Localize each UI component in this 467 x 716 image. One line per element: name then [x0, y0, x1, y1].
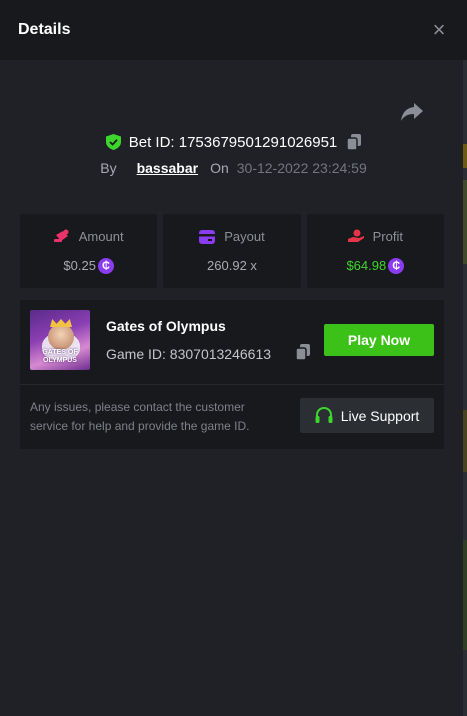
details-header: Details ×	[0, 0, 467, 60]
stat-label: Profit	[372, 228, 403, 244]
bet-id-row: Bet ID: 1753679501291026951	[0, 132, 467, 152]
support-notice: Any issues, please contact the customer …	[30, 400, 250, 433]
stat-amount: Amount $0.25 ₵	[20, 214, 158, 288]
bet-id: Bet ID: 1753679501291026951	[128, 133, 338, 151]
stat-value: $0.25	[63, 258, 96, 273]
shield-check-icon	[105, 134, 121, 150]
share-icon[interactable]	[400, 101, 424, 123]
bet-timestamp: 30-12-2022 23:24:59	[236, 160, 367, 176]
headset-icon	[315, 407, 333, 423]
by-label: By	[100, 160, 117, 176]
payout-card-icon	[199, 229, 216, 244]
stat-value: $64.98	[346, 258, 387, 273]
stat-profit: Profit $64.98 ₵	[306, 214, 444, 288]
copy-bet-id-icon[interactable]	[347, 134, 362, 150]
coin-icon: ₵	[97, 257, 114, 274]
copy-game-id-icon[interactable]	[296, 344, 310, 360]
game-thumbnail[interactable]: GATES OF OLYMPUS	[30, 310, 90, 370]
amount-icon	[53, 229, 69, 242]
live-support-button[interactable]: Live Support	[300, 398, 434, 433]
profit-hand-icon	[347, 229, 364, 242]
bet-meta-row: By bassabar On 30-12-2022 23:24:59	[0, 158, 467, 178]
username-link[interactable]: bassabar	[137, 160, 198, 176]
live-support-label: Live Support	[340, 407, 420, 424]
stat-label: Payout	[224, 229, 265, 244]
stat-label: Amount	[78, 228, 124, 244]
coin-icon: ₵	[388, 257, 405, 274]
play-now-button[interactable]: Play Now	[324, 324, 434, 356]
stat-payout: Payout 260.92 x	[163, 214, 301, 288]
game-card: GATES OF OLYMPUS Gates of Olympus Game I…	[20, 300, 444, 449]
stat-value: 260.92 x	[207, 258, 257, 273]
game-thumbnail-logo: GATES OF OLYMPUS	[42, 349, 78, 364]
page-title: Details	[18, 21, 71, 38]
game-id: Game ID: 8307013246613	[106, 346, 272, 362]
close-icon[interactable]: ×	[429, 19, 449, 41]
bet-stats: Amount $0.25 ₵ Payout 260.92 x Profit $6…	[20, 214, 444, 288]
divider	[20, 384, 444, 385]
game-title: Gates of Olympus	[106, 318, 226, 334]
on-label: On	[210, 160, 229, 176]
